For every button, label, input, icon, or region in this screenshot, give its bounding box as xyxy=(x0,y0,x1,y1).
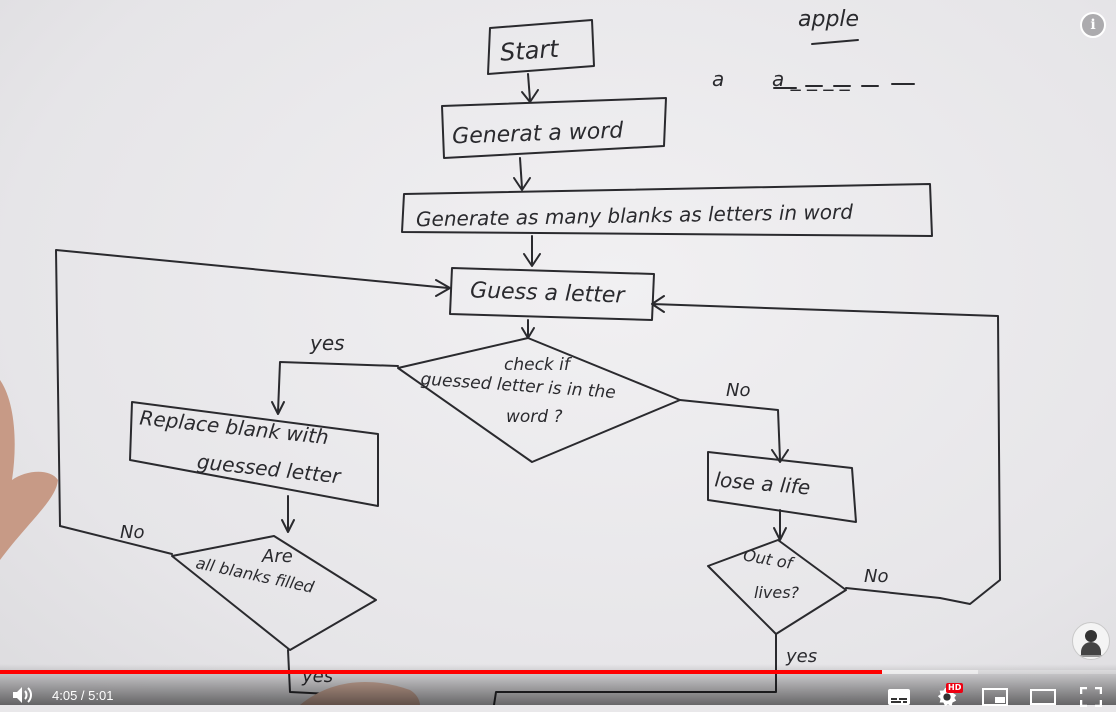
top-word: apple xyxy=(798,7,859,32)
edge-yes-check: yes xyxy=(309,331,345,355)
lose-life-label: lose a life xyxy=(714,467,812,499)
blank-row: a _ _ _ _ xyxy=(772,67,851,91)
generate-word-label: Generat a word xyxy=(452,118,625,149)
replace-label-1: Replace blank with xyxy=(139,405,330,449)
edge-no-lives: No xyxy=(864,566,888,587)
all-filled-label-2: all blanks filled xyxy=(194,553,316,597)
duration: 5:01 xyxy=(88,688,114,703)
theater-mode-icon[interactable] xyxy=(1030,688,1056,710)
out-of-lives-label-2: lives? xyxy=(754,583,800,602)
guess-letter-label: Guess a letter xyxy=(470,278,627,308)
channel-watermark[interactable] xyxy=(1072,622,1110,660)
presenter-hand xyxy=(0,380,58,560)
generate-blanks-label: Generate as many blanks as letters in wo… xyxy=(416,200,854,232)
hd-badge: HD xyxy=(946,683,964,693)
out-of-lives-label-1: Out of xyxy=(742,545,796,573)
replace-label-2: guessed letter xyxy=(196,449,343,488)
progress-bar[interactable] xyxy=(0,670,1116,674)
progress-played xyxy=(0,670,882,674)
all-filled-label-1: Are xyxy=(261,546,293,567)
whiteboard-flowchart: apple a a _ _ _ _ Start Generat a word G… xyxy=(0,7,1001,705)
player-controls: 4:05 / 5:01 HD xyxy=(0,664,1116,708)
time-display: 4:05 / 5:01 xyxy=(52,688,113,703)
check-label-3: word ? xyxy=(506,407,563,427)
video-frame[interactable]: apple a a _ _ _ _ Start Generat a word G… xyxy=(0,0,1116,705)
fullscreen-icon[interactable] xyxy=(1079,686,1103,711)
info-icon[interactable]: i xyxy=(1080,12,1106,38)
subtitles-icon[interactable] xyxy=(887,688,911,710)
settings-icon[interactable]: HD xyxy=(935,683,964,712)
miniplayer-icon[interactable] xyxy=(982,688,1008,710)
start-label: Start xyxy=(499,35,561,67)
edge-no-check: No xyxy=(726,380,750,401)
time-separator: / xyxy=(77,688,89,703)
check-label-1: check if xyxy=(504,355,573,375)
edge-no-filled: No xyxy=(120,522,144,543)
current-time: 4:05 xyxy=(52,688,78,703)
top-letter: a xyxy=(712,67,724,91)
